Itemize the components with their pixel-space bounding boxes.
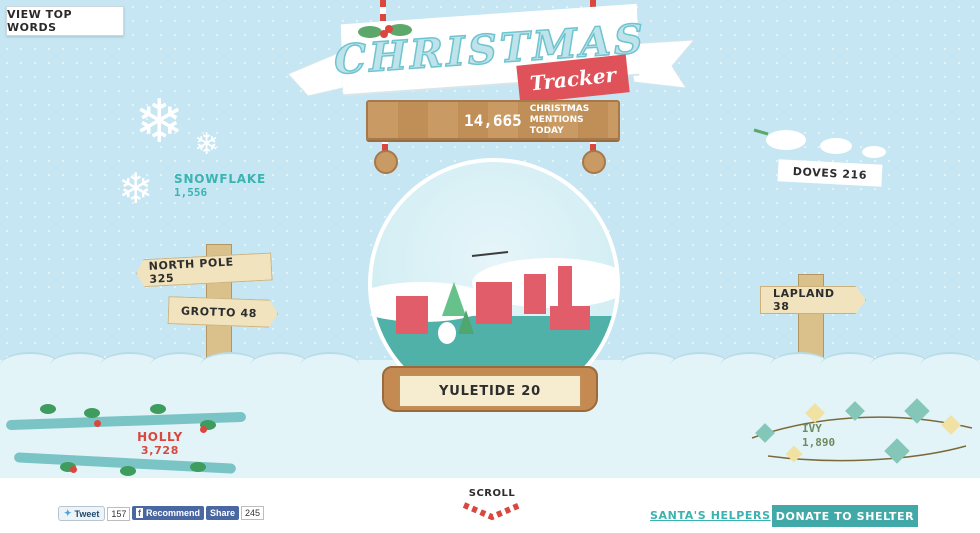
share-button[interactable]: Share — [206, 506, 240, 520]
house-icon — [550, 306, 590, 330]
facebook-widget: f Recommend Share 245 — [132, 506, 265, 520]
donate-button[interactable]: DONATE TO SHELTER — [772, 505, 918, 527]
mentions-count: 14,665 — [464, 110, 522, 130]
santas-helpers-link[interactable]: SANTA'S HELPERS — [650, 509, 771, 522]
recommend-button[interactable]: f Recommend — [132, 506, 205, 520]
tree-icon — [458, 310, 474, 334]
snowflake-large-icon: ❄ — [134, 87, 185, 157]
tweet-count: 157 — [107, 506, 131, 521]
holly-label: HOLLY — [137, 430, 183, 444]
snowman-icon — [438, 322, 456, 344]
ornament-left-icon — [374, 150, 398, 174]
house-icon — [396, 296, 428, 334]
holly-count: 3,728 — [140, 444, 180, 457]
ivy-label: IVY — [802, 422, 822, 435]
share-count: 245 — [241, 506, 265, 520]
snowflake-medium-icon: ❄ — [118, 164, 154, 213]
recommend-label: Recommend — [146, 508, 201, 518]
grotto-sign: GROTTO 48 — [168, 296, 279, 328]
scroll-chevron-icon — [462, 502, 522, 521]
scroll-label: SCROLL — [468, 488, 516, 499]
mentions-sign: 14,665 CHRISTMAS MENTIONS TODAY — [366, 100, 620, 140]
holly-leaf-icon — [120, 466, 136, 476]
holly-berry-icon — [70, 466, 77, 473]
tweet-label: Tweet — [74, 508, 100, 519]
holly-leaf-icon — [150, 404, 166, 414]
tweet-button[interactable]: ✦ Tweet — [58, 506, 106, 521]
holly-leaf-icon — [40, 404, 56, 414]
facebook-icon: f — [136, 508, 143, 518]
holly-berry-icon — [200, 426, 207, 433]
yuletide-label: YULETIDE 20 — [398, 374, 582, 408]
snowflake-count: 1,556 — [174, 186, 208, 199]
doves-label: DOVES 216 — [777, 159, 883, 187]
lapland-sign: LAPLAND 38 — [760, 286, 866, 314]
holly-leaf-icon — [84, 408, 100, 418]
tweet-widget: ✦ Tweet 157 — [58, 506, 131, 521]
scroll-button[interactable]: SCROLL — [462, 488, 522, 524]
twitter-bird-icon: ✦ — [64, 508, 72, 518]
view-top-words-button[interactable]: VIEW TOP WORDS — [6, 6, 124, 36]
north-pole-sign: NORTH POLE 325 — [135, 252, 272, 287]
sleigh-icon — [471, 251, 509, 257]
house-icon — [476, 282, 512, 324]
holly-decoration-icon — [358, 24, 412, 38]
snowflake-label: SNOWFLAKE — [174, 172, 266, 186]
snowflake-small-icon: ❄ — [194, 127, 220, 162]
holly-berry-icon — [94, 420, 101, 427]
mentions-label: CHRISTMAS MENTIONS TODAY — [529, 103, 590, 136]
ivy-count: 1,890 — [802, 436, 836, 449]
ornament-right-icon — [582, 150, 606, 174]
house-icon — [524, 274, 546, 314]
doves-icon — [753, 128, 886, 158]
ivy-garland-icon — [751, 398, 973, 464]
holly-leaf-icon — [190, 462, 206, 472]
